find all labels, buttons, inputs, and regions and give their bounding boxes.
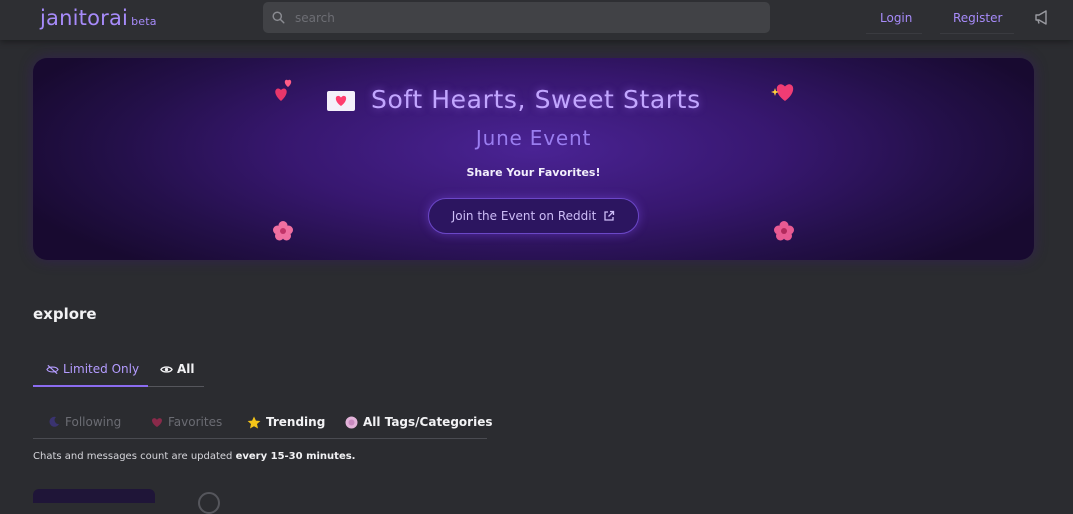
update-frequency-note: Chats and messages count are updated eve…	[33, 451, 355, 462]
search-bar[interactable]	[263, 2, 770, 33]
note-text: Chats and messages count are updated	[33, 451, 236, 462]
heart-icon	[151, 417, 163, 428]
login-underline	[866, 33, 922, 34]
external-link-icon	[604, 210, 615, 221]
filter-all-tags-label: All Tags/Categories	[363, 415, 493, 429]
filter-following-label: Following	[65, 415, 122, 429]
tab-limited-label: Limited Only	[63, 362, 140, 376]
loading-circle	[198, 492, 220, 514]
filter-trending-label: Trending	[266, 415, 326, 429]
character-card[interactable]	[33, 489, 155, 503]
star-icon	[247, 416, 261, 429]
hearts-icon	[275, 79, 292, 101]
tab-all[interactable]: All	[160, 362, 195, 376]
filter-divider	[33, 438, 487, 439]
note-bold: every 15-30 minutes.	[235, 451, 356, 462]
beta-badge: beta	[131, 15, 157, 28]
moon-icon	[48, 416, 60, 428]
filter-favorites[interactable]: Favorites	[151, 415, 222, 429]
tab-divider	[148, 386, 204, 387]
search-icon	[272, 11, 285, 24]
logo[interactable]: janitorai beta	[40, 6, 157, 30]
active-tab-indicator	[33, 385, 148, 387]
explore-heading: explore	[33, 305, 97, 323]
flower-icon	[774, 221, 794, 241]
eye-slash-icon	[46, 364, 59, 374]
register-underline	[940, 33, 1014, 34]
tab-all-label: All	[177, 362, 195, 376]
banner-tagline: Share Your Favorites!	[466, 166, 601, 179]
top-navigation-bar: janitoraibeta Login Register	[0, 0, 1073, 40]
banner-subtitle: June Event	[475, 126, 592, 150]
login-link[interactable]: Login	[880, 11, 912, 25]
tab-limited-only[interactable]: Limited Only	[46, 362, 139, 376]
flower-icon	[273, 221, 293, 241]
filter-favorites-label: Favorites	[168, 415, 223, 429]
banner-title: Soft Hearts, Sweet Starts	[371, 85, 701, 114]
register-link[interactable]: Register	[953, 11, 1002, 25]
tag-circle-icon	[345, 416, 358, 429]
logo-text: janitorai	[40, 6, 129, 30]
filter-all-tags[interactable]: All Tags/Categories	[345, 415, 492, 429]
megaphone-icon[interactable]	[1034, 10, 1050, 25]
love-letter-icon	[327, 91, 355, 111]
filter-trending[interactable]: Trending	[247, 415, 325, 429]
sparkle-heart-icon	[771, 84, 794, 101]
join-reddit-label: Join the Event on Reddit	[451, 209, 597, 223]
event-banner: Soft Hearts, Sweet Starts June Event Sha…	[33, 58, 1034, 260]
search-input[interactable]	[293, 9, 737, 26]
eye-icon	[160, 365, 173, 373]
join-reddit-button[interactable]: Join the Event on Reddit	[428, 198, 639, 234]
filter-following[interactable]: Following	[48, 415, 121, 429]
